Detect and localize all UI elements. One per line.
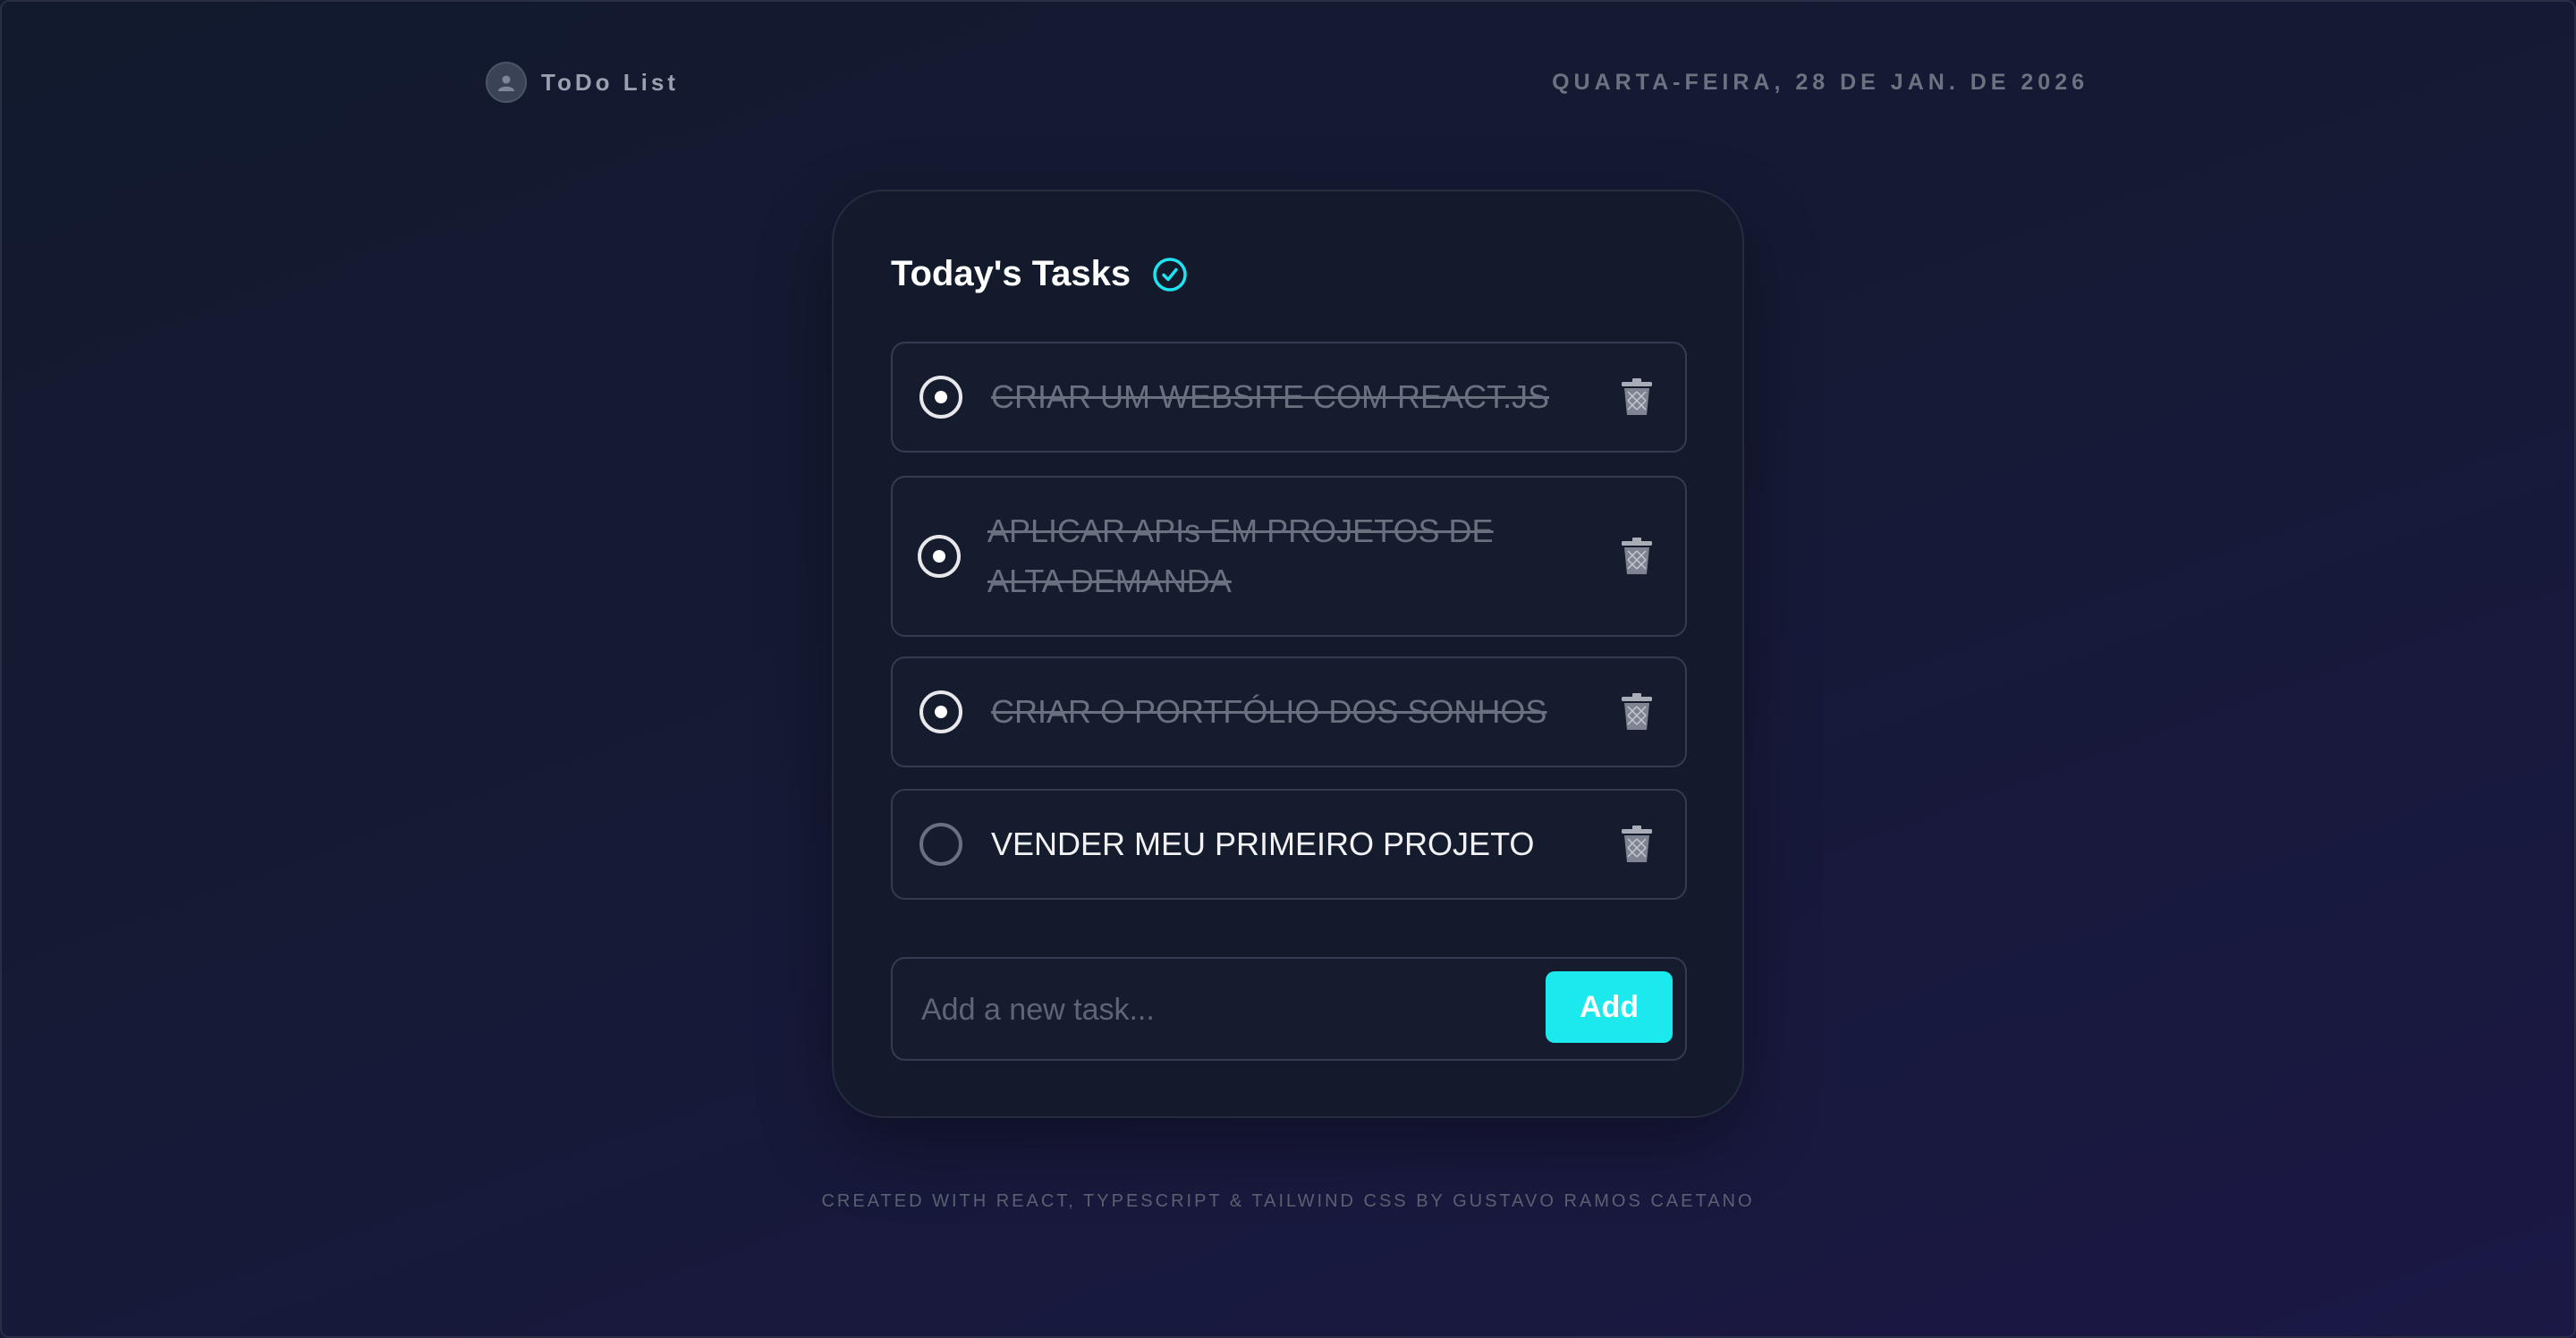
task-item: CRIAR UM WEBSITE COM REACT.JS [891, 342, 1687, 453]
task-toggle[interactable] [919, 823, 962, 866]
add-task-form: Add [891, 957, 1687, 1061]
trash-icon[interactable] [1619, 537, 1655, 576]
trash-icon[interactable] [1619, 692, 1655, 732]
user-icon[interactable] [486, 62, 527, 103]
current-date: QUARTA-FEIRA, 28 DE JAN. DE 2026 [1552, 69, 2089, 95]
task-toggle[interactable] [918, 535, 961, 578]
footer-credit: CREATED WITH REACT, TYPESCRIPT & TAILWIN… [821, 1191, 1755, 1211]
checked-dot [933, 550, 945, 563]
check-circle-icon [1153, 257, 1187, 292]
task-item: CRIAR O PORTFÓLIO DOS SONHOS [891, 656, 1687, 767]
task-text: APLICAR APIs EM PROJETOS DE ALTA DEMANDA [987, 512, 1494, 599]
task-toggle[interactable] [919, 376, 962, 419]
task-text: CRIAR O PORTFÓLIO DOS SONHOS [991, 693, 1547, 730]
task-item: APLICAR APIs EM PROJETOS DE ALTA DEMANDA [891, 476, 1687, 637]
card-header: Today's Tasks [891, 254, 1188, 294]
brand: ToDo List [486, 62, 679, 103]
trash-icon[interactable] [1619, 825, 1655, 864]
checked-dot [935, 391, 947, 403]
card-title: Today's Tasks [891, 254, 1131, 293]
tasks-card: Today's Tasks CRIAR UM WEBSITE COM REACT… [832, 190, 1744, 1118]
checked-dot [935, 706, 947, 718]
trash-icon[interactable] [1619, 377, 1655, 417]
task-text: CRIAR UM WEBSITE COM REACT.JS [991, 378, 1550, 415]
task-item: VENDER MEU PRIMEIRO PROJETO [891, 789, 1687, 900]
task-toggle[interactable] [919, 690, 962, 733]
header: ToDo List QUARTA-FEIRA, 28 DE JAN. DE 20… [486, 61, 2089, 104]
task-text: VENDER MEU PRIMEIRO PROJETO [991, 826, 1535, 862]
add-task-button[interactable]: Add [1546, 971, 1673, 1043]
new-task-input[interactable] [919, 977, 1531, 1043]
app-title: ToDo List [541, 68, 679, 96]
